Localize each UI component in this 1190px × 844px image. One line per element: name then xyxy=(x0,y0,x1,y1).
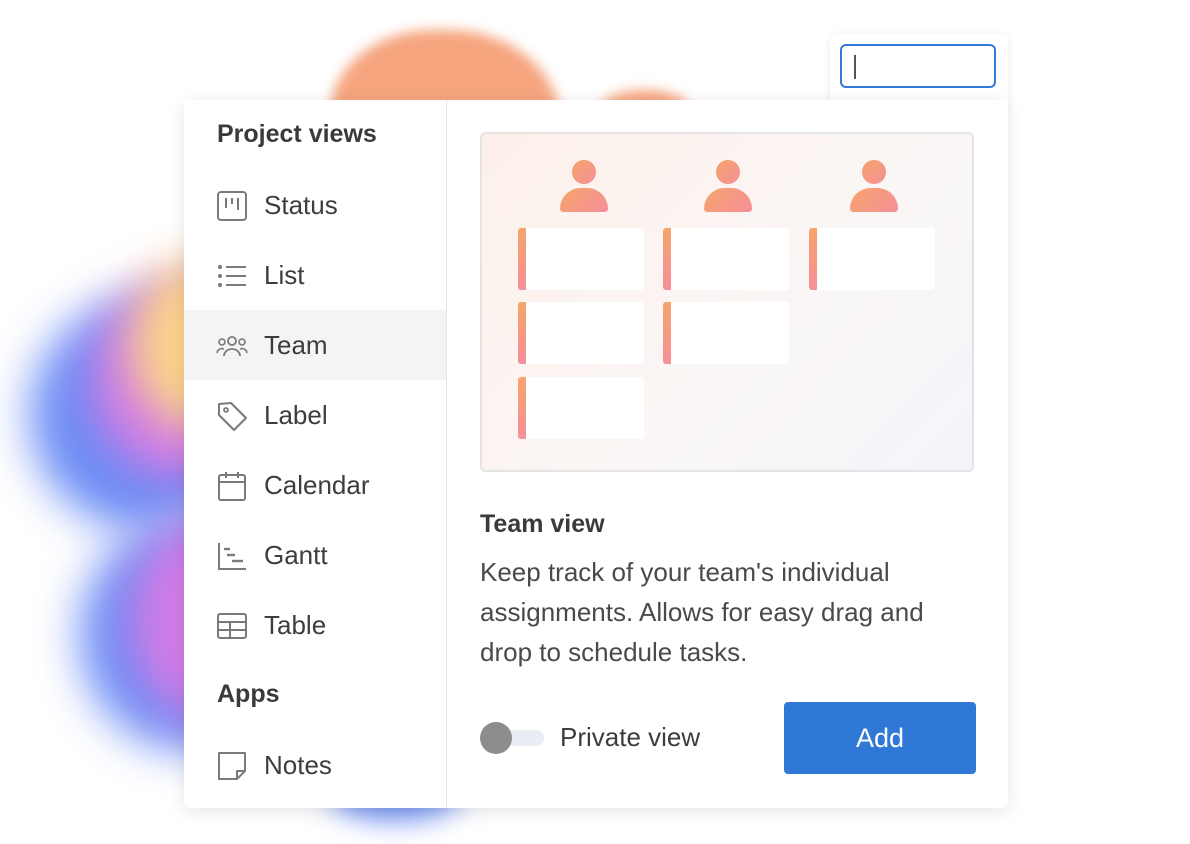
section-title-apps: Apps xyxy=(217,680,280,708)
views-dialog: Project views Status List Team Label Cal… xyxy=(184,100,1008,808)
sidebar-item-status[interactable]: Status xyxy=(184,170,446,240)
team-view-preview xyxy=(480,132,974,472)
list-icon xyxy=(216,260,248,292)
sidebar-item-notes[interactable]: Notes xyxy=(184,730,446,800)
member-avatar-icon xyxy=(560,160,608,216)
text-caret xyxy=(854,55,856,79)
member-avatar-icon xyxy=(850,160,898,216)
table-icon xyxy=(216,610,248,642)
team-icon xyxy=(216,330,248,362)
sidebar-item-label: Notes xyxy=(264,750,332,780)
task-card-placeholder xyxy=(663,302,789,364)
sidebar-item-label: Status xyxy=(264,190,338,220)
task-card-placeholder xyxy=(663,228,789,290)
add-button[interactable]: Add xyxy=(784,702,976,774)
view-description: Keep track of your team's individual ass… xyxy=(480,557,924,667)
sidebar-item-label: Table xyxy=(264,610,327,640)
sidebar-item-label: Gantt xyxy=(264,540,328,570)
sidebar-item-list[interactable]: List xyxy=(184,240,446,310)
note-icon xyxy=(216,750,248,782)
task-card-placeholder xyxy=(518,302,644,364)
tag-icon xyxy=(216,400,248,432)
status-board-icon xyxy=(216,190,248,222)
task-card-placeholder xyxy=(518,228,644,290)
task-card-placeholder xyxy=(518,377,644,439)
member-avatar-icon xyxy=(704,160,752,216)
toggle-knob xyxy=(480,722,512,754)
sidebar-item-label: Label xyxy=(264,400,328,430)
view-detail-panel: Team view Keep track of your team's indi… xyxy=(447,100,1008,808)
sidebar-item-calendar[interactable]: Calendar xyxy=(184,450,446,520)
calendar-icon xyxy=(216,470,248,502)
section-title-project-views: Project views xyxy=(217,120,377,148)
sidebar-item-label-view[interactable]: Label xyxy=(184,380,446,450)
sidebar-item-label: Calendar xyxy=(264,470,370,500)
sidebar-item-table[interactable]: Table xyxy=(184,590,446,660)
views-sidebar: Project views Status List Team Label Cal… xyxy=(184,100,447,808)
private-view-label: Private view xyxy=(560,722,701,752)
sidebar-item-gantt[interactable]: Gantt xyxy=(184,520,446,590)
text-input[interactable] xyxy=(840,44,996,88)
sidebar-item-label: List xyxy=(264,260,305,290)
task-card-placeholder xyxy=(809,228,935,290)
sidebar-item-label: Team xyxy=(264,330,328,360)
sidebar-item-team[interactable]: Team xyxy=(184,310,446,380)
gantt-icon xyxy=(216,540,248,572)
private-view-toggle[interactable] xyxy=(480,722,544,754)
view-title: Team view xyxy=(480,510,605,538)
